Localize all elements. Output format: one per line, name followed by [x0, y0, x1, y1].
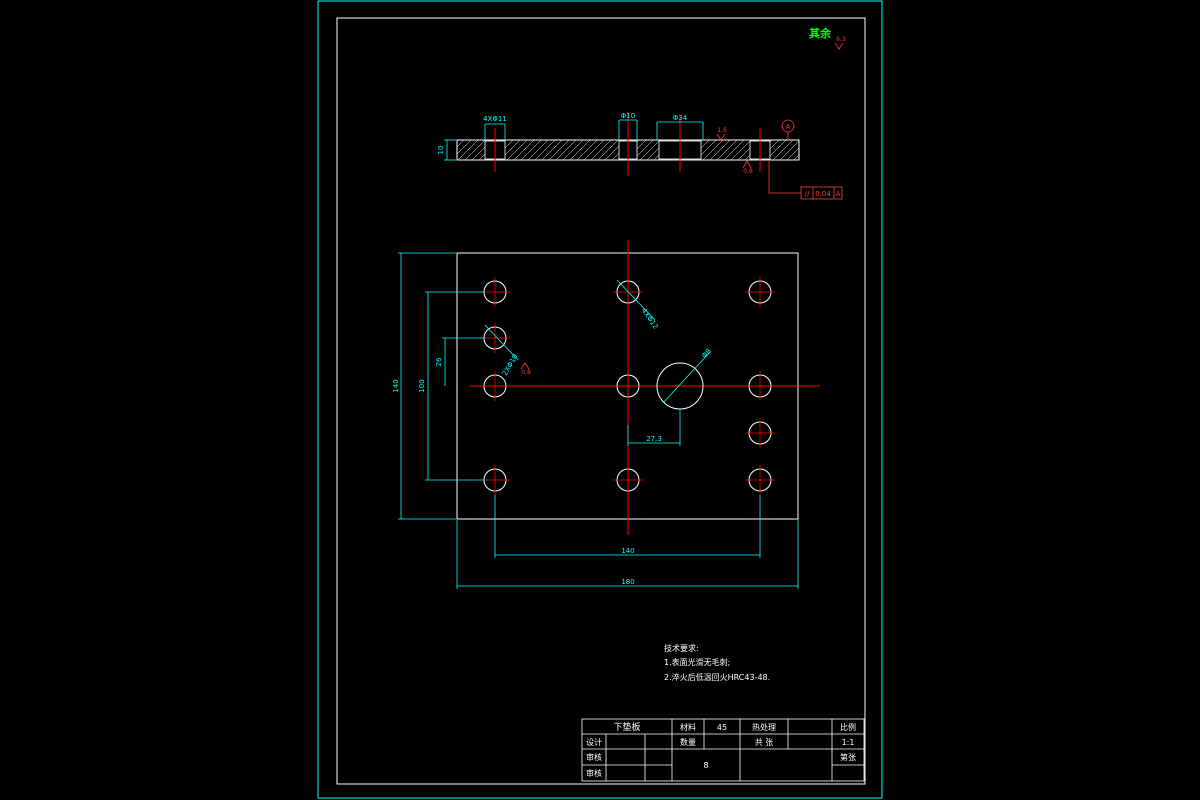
dim-height-holes: 100 [418, 379, 426, 392]
hatch-line [646, 147, 660, 161]
scale-value: 1:1 [842, 738, 855, 747]
plan-view: Φ8 27.3 4ΧΦ12 2ΧΦ10 0.8 140 100 26 140 1… [392, 240, 820, 589]
tech-note-1: 1.表面光滑无毛刺; [664, 657, 730, 667]
dim-height-small: 26 [435, 357, 443, 366]
hatch-line [604, 145, 620, 161]
hatch-line [504, 139, 521, 156]
corner-roughness-symbol [834, 42, 844, 50]
total-label: 共 张 [755, 738, 774, 747]
inner-frame [336, 17, 866, 785]
dim-width-total: 180 [621, 578, 634, 586]
datum-label: A [786, 123, 791, 131]
tech-note-2: 2.淬火后低温回火HRC43-48. [664, 672, 770, 682]
dim-width-holes: 140 [621, 547, 634, 555]
material-value: 45 [717, 723, 727, 732]
offset-dim: 27.3 [646, 435, 662, 443]
sheet-label: 第张 [840, 752, 856, 762]
review-label: 审核 [586, 768, 602, 778]
corner-hole-dim: 4ΧΦ12 [640, 307, 660, 331]
tolerance-value: 0.04 [815, 190, 831, 198]
section-thickness: 10 [437, 146, 445, 155]
heat-label: 热处理 [752, 722, 776, 732]
design-label: 设计 [586, 737, 602, 747]
process-label: 数量 [680, 737, 696, 747]
hatch-line [471, 146, 486, 161]
section-dim-pin: Φ10 [621, 112, 635, 120]
material-label: 材料 [680, 722, 696, 732]
hatch-line [504, 139, 514, 149]
title-block-text: 下垫板 材料 45 热处理 比例 设计 数量 共 张 1:1 审核 8 第张 审… [586, 721, 856, 778]
hatch-line [786, 147, 800, 161]
scale-label: 比例 [840, 722, 856, 732]
pin-roughness: 0.8 [521, 369, 531, 376]
tech-notes: 技术要求: 1.表面光滑无毛刺; 2.淬火后低温回火HRC43-48. [664, 643, 770, 682]
hatch-line [700, 139, 717, 156]
big-hole-dim: Φ8 [700, 347, 713, 360]
section-roughness-top: 1.6 [717, 127, 727, 134]
drawing-number: 8 [703, 761, 708, 770]
hatch-line [737, 147, 751, 161]
hatch-line [769, 139, 787, 157]
section-view: 4ΧΦ11 Φ10 Φ34 10 1.6 0.8 A // 0.04 A [437, 112, 843, 200]
hatch-line [478, 153, 486, 161]
hatch-line [611, 152, 620, 161]
hatch-line [456, 139, 465, 148]
outer-frame [317, 0, 883, 799]
tolerance-datum: A [836, 190, 841, 198]
corner-note: 其余 [809, 26, 832, 40]
part-name: 下垫板 [613, 721, 640, 733]
hatch-line [636, 139, 647, 150]
tech-notes-title: 技术要求: [664, 643, 699, 653]
section-roughness-bottom: 0.8 [743, 168, 753, 175]
hatch-line [700, 139, 710, 149]
cad-drawing: 其余 6.3 4ΧΦ11 Φ10 Φ34 10 1.6 0.8 A // 0.0… [317, 0, 883, 799]
hatch-line [769, 139, 780, 150]
section-dim-holes: 4ΧΦ11 [483, 115, 507, 123]
pin-hole-dim: 2ΧΦ10 [501, 353, 520, 378]
corner-roughness-value: 6.3 [836, 36, 846, 43]
hatch-line [456, 139, 472, 155]
hatch-line [636, 139, 654, 157]
section-dim-big: Φ34 [673, 114, 688, 122]
hatch-line [744, 154, 751, 161]
dim-height-total: 140 [392, 379, 400, 392]
check-label: 审核 [586, 752, 602, 762]
tolerance-symbol: // [805, 190, 810, 198]
hatch-line [653, 154, 660, 161]
hatch-line [793, 154, 800, 161]
